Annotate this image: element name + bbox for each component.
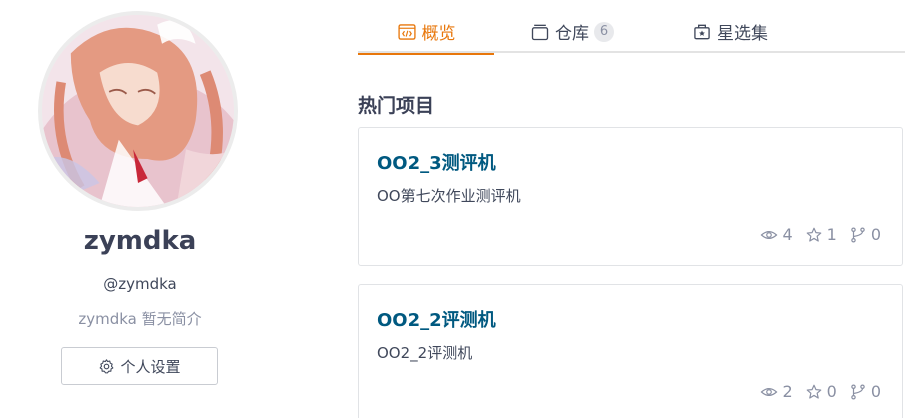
fork-stat: 0 xyxy=(849,225,881,244)
code-window-icon xyxy=(397,23,416,40)
user-profile-page: zymdka @zymdka zymdka 暂无简介 个人设置 概览 仓库 6 … xyxy=(0,0,905,418)
watch-stat: 4 xyxy=(760,225,793,244)
project-name-link[interactable]: OO2_2评测机 xyxy=(377,306,496,332)
tab-star-collection[interactable]: 星选集 xyxy=(692,10,768,53)
eye-icon xyxy=(761,230,778,239)
fork-icon xyxy=(851,226,865,242)
project-card[interactable]: OO2_3测评机 OO第七次作业测评机 4 1 0 xyxy=(358,127,903,266)
avatar-illustration xyxy=(42,15,234,207)
watch-count: 2 xyxy=(782,382,793,401)
settings-button-label: 个人设置 xyxy=(120,357,181,376)
cut-off-content xyxy=(2,405,292,418)
star-count: 0 xyxy=(826,382,837,401)
tab-star-collection-label: 星选集 xyxy=(717,24,768,44)
repo-icon xyxy=(531,24,549,40)
star-count: 1 xyxy=(826,225,837,244)
project-stats: 2 0 0 xyxy=(760,382,881,401)
tab-overview[interactable]: 概览 xyxy=(358,10,494,55)
repo-count-badge: 6 xyxy=(594,21,614,42)
star-stat: 0 xyxy=(805,382,837,401)
project-description: OO2_2评测机 xyxy=(377,344,473,362)
fork-count: 0 xyxy=(870,382,881,401)
project-name-link[interactable]: OO2_3测评机 xyxy=(377,149,496,175)
star-collection-icon xyxy=(694,24,710,39)
tab-repositories-label: 仓库 xyxy=(555,24,589,44)
star-icon xyxy=(806,227,821,242)
watch-count: 4 xyxy=(782,225,793,244)
tab-overview-label: 概览 xyxy=(421,24,456,44)
avatar[interactable] xyxy=(38,11,238,211)
project-stats: 4 1 0 xyxy=(760,225,881,244)
profile-bio: zymdka 暂无简介 xyxy=(78,310,202,328)
watch-stat: 2 xyxy=(760,382,793,401)
tab-repositories[interactable]: 仓库 6 xyxy=(530,10,614,53)
fork-count: 0 xyxy=(870,225,881,244)
profile-tabs: 概览 仓库 6 星选集 xyxy=(358,10,905,55)
gear-icon xyxy=(100,358,114,373)
profile-sidebar: zymdka @zymdka zymdka 暂无简介 个人设置 xyxy=(0,0,280,418)
project-description: OO第七次作业测评机 xyxy=(377,187,521,205)
star-icon xyxy=(806,384,821,399)
eye-icon xyxy=(761,387,778,396)
fork-icon xyxy=(851,383,865,399)
personal-settings-button[interactable]: 个人设置 xyxy=(61,347,218,385)
project-card[interactable]: OO2_2评测机 OO2_2评测机 2 0 0 xyxy=(358,284,903,418)
star-stat: 1 xyxy=(805,225,837,244)
profile-handle: @zymdka xyxy=(103,275,177,293)
profile-username: zymdka xyxy=(83,226,197,256)
fork-stat: 0 xyxy=(849,382,881,401)
popular-projects-title: 热门项目 xyxy=(358,95,435,117)
